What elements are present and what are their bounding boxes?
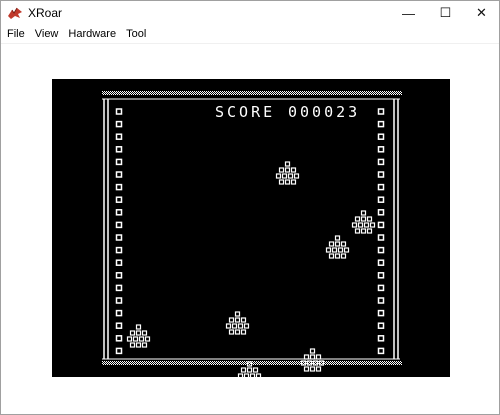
wall-block xyxy=(377,133,385,140)
wall-block xyxy=(377,171,385,178)
asteroid xyxy=(275,161,300,185)
score-value: 000023 xyxy=(288,103,360,121)
menu-view[interactable]: View xyxy=(30,25,64,43)
wall-block xyxy=(377,297,385,304)
wall-block xyxy=(377,158,385,166)
wall-block xyxy=(377,246,385,254)
wall-block xyxy=(377,221,385,229)
minimize-icon: — xyxy=(402,5,415,21)
wall-block xyxy=(115,259,123,266)
wall-block xyxy=(115,234,123,241)
asteroid xyxy=(351,210,376,234)
emulator-screen[interactable]: SCORE 000023 xyxy=(52,79,450,377)
close-button[interactable]: ✕ xyxy=(459,1,500,25)
wall-block xyxy=(377,309,385,317)
wall-block xyxy=(115,108,123,115)
wall-block xyxy=(115,133,123,140)
wall-block xyxy=(377,108,385,115)
side-walls xyxy=(115,108,385,355)
asteroid xyxy=(225,311,250,335)
game-display: SCORE 000023 xyxy=(102,91,402,377)
wall-block xyxy=(377,120,385,128)
menu-tool[interactable]: Tool xyxy=(121,25,151,43)
maximize-icon: ☐ xyxy=(439,5,452,20)
wall-block xyxy=(377,347,385,355)
wall-block xyxy=(377,209,385,216)
wall-block xyxy=(115,322,123,329)
wall-block xyxy=(115,209,123,216)
playfield-border xyxy=(102,91,402,365)
wall-block xyxy=(115,272,123,279)
wall-block xyxy=(377,146,385,153)
wall-block xyxy=(115,246,123,254)
wall-block xyxy=(377,284,385,292)
wall-block xyxy=(115,183,123,191)
wall-block xyxy=(377,196,385,203)
wall-block xyxy=(115,146,123,153)
close-icon: ✕ xyxy=(476,5,487,20)
wall-block xyxy=(377,234,385,241)
wall-block xyxy=(115,347,123,355)
wall-block xyxy=(115,297,123,304)
asteroids xyxy=(126,161,376,377)
wall-block xyxy=(115,196,123,203)
wall-block xyxy=(115,120,123,128)
window-title: XRoar xyxy=(28,6,63,20)
asteroid xyxy=(300,348,325,372)
asteroid xyxy=(126,324,151,348)
wall-block xyxy=(377,183,385,191)
wall-block xyxy=(115,158,123,166)
emulator-client-area: SCORE 000023 xyxy=(1,44,499,414)
menu-file[interactable]: File xyxy=(1,25,30,43)
wall-block xyxy=(115,284,123,292)
wall-block xyxy=(115,171,123,178)
menu-hardware[interactable]: Hardware xyxy=(63,25,121,43)
xroar-dragon-icon xyxy=(8,7,22,19)
wall-block xyxy=(377,335,385,342)
wall-block xyxy=(377,272,385,279)
title-bar[interactable]: XRoar — ☐ ✕ xyxy=(1,1,499,25)
wall-block xyxy=(115,221,123,229)
menu-bar: File View Hardware Tool xyxy=(1,25,499,44)
wall-block xyxy=(377,259,385,266)
wall-block xyxy=(115,335,123,342)
score-label: SCORE xyxy=(215,103,275,121)
xroar-window: XRoar — ☐ ✕ File View Hardware Tool SCOR… xyxy=(0,0,500,415)
asteroid xyxy=(325,235,350,259)
wall-block xyxy=(377,322,385,329)
wall-block xyxy=(115,309,123,317)
top-border xyxy=(102,91,402,95)
